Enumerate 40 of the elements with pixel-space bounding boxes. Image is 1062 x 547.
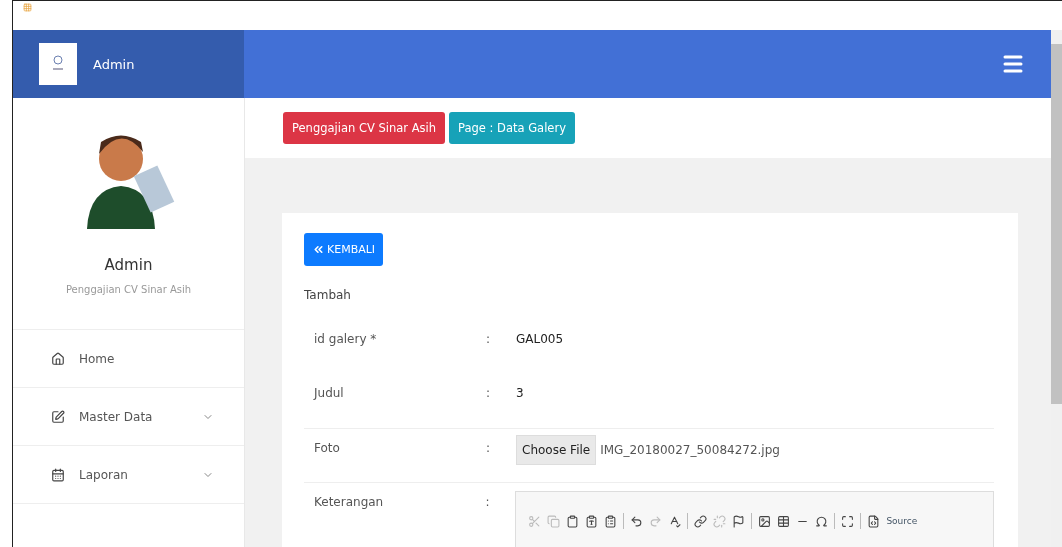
toolbar-icon[interactable] (777, 514, 791, 528)
rewind-icon (312, 243, 325, 256)
toolbar-icon[interactable] (815, 514, 829, 528)
back-button[interactable]: KEMBALI (304, 233, 384, 266)
profile-subtitle: Penggajian CV Sinar Asih (65, 284, 192, 295)
toolbar-icon[interactable] (668, 514, 682, 528)
source-icon[interactable] (867, 514, 881, 528)
colon: : (486, 441, 492, 455)
sidebar-icon (51, 409, 65, 424)
file-name: IMG_20180027_50084272.jpg (600, 443, 780, 457)
breadcrumb-label[interactable]: Penggajian CV Sinar Asih (283, 112, 446, 144)
toolbar-icon[interactable] (841, 514, 855, 528)
source-button[interactable]: Source (886, 516, 918, 526)
field-label: Foto (313, 441, 341, 455)
toolbar-icon[interactable] (758, 514, 772, 528)
sidebar-item[interactable]: Laporan (13, 446, 244, 504)
colon: : (486, 332, 492, 346)
field-label: Keterangan (313, 495, 385, 509)
field-label: Judul (312, 386, 345, 400)
choose-file-button[interactable]: Choose File (516, 435, 597, 465)
toolbar-icon[interactable] (732, 514, 746, 528)
toolbar-icon[interactable] (566, 514, 580, 528)
colon: : (485, 495, 491, 509)
form-title: Tambah (304, 288, 352, 302)
field-value[interactable]: 3 (516, 386, 524, 400)
field-value[interactable]: GAL005 (516, 332, 564, 346)
sidebar-item[interactable]: Home (13, 330, 244, 388)
profile-name: Admin (104, 256, 153, 274)
field-label: id galery * (313, 332, 378, 346)
scrollbar-thumb[interactable] (1051, 44, 1062, 404)
toolbar-icon[interactable] (604, 514, 618, 528)
logo-icon (39, 43, 77, 85)
sidebar-icon (51, 351, 65, 366)
sidebar-icon (51, 467, 65, 482)
brand-name: Admin (93, 56, 135, 72)
sidebar-item[interactable]: Master Data (13, 388, 244, 446)
colon: : (486, 386, 492, 400)
toolbar-icon[interactable] (585, 514, 599, 528)
toolbar-icon[interactable] (630, 514, 644, 528)
toolbar-icon[interactable] (694, 514, 708, 528)
